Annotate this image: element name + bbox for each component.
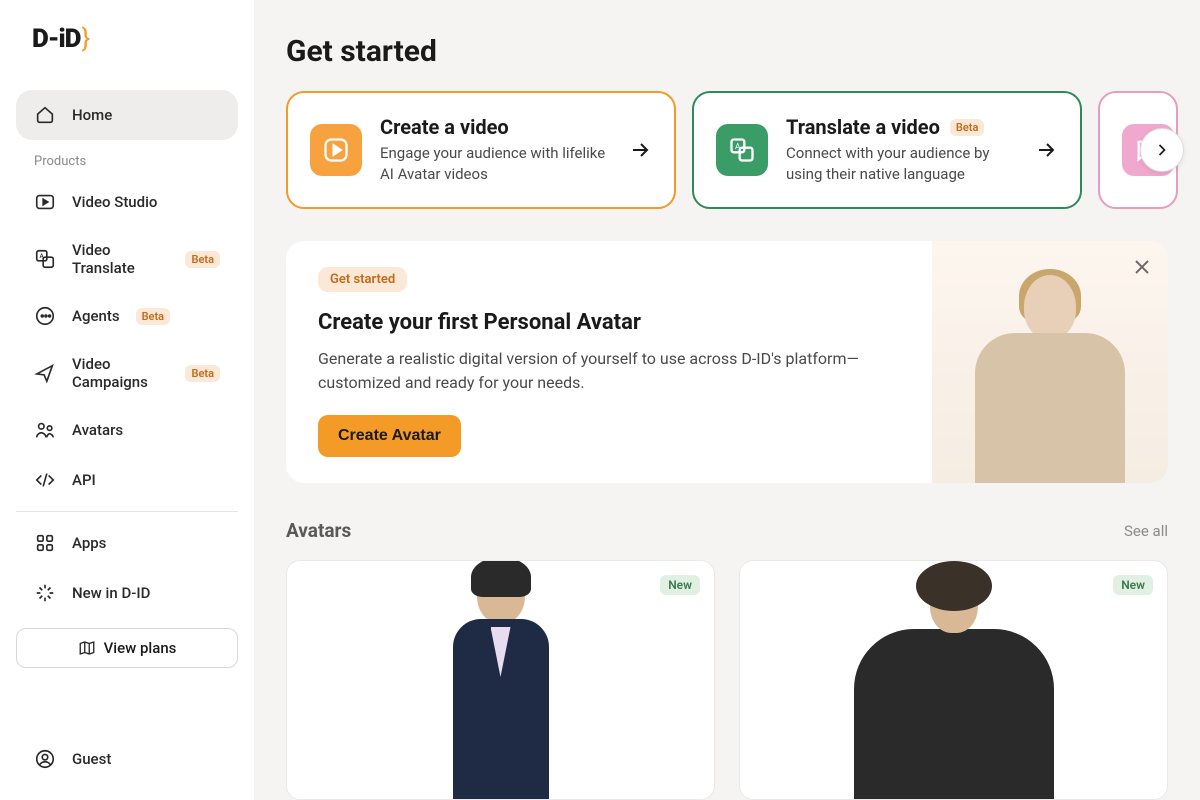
sidebar-item-label: Video Studio xyxy=(72,193,157,211)
sidebar-item-video-studio[interactable]: Video Studio xyxy=(16,177,238,227)
card-desc: Connect with your audience by using thei… xyxy=(786,143,1016,185)
sidebar-item-label: Agents xyxy=(72,307,120,325)
play-icon xyxy=(310,124,362,176)
chevron-right-icon xyxy=(1152,140,1172,160)
card-desc: Engage your audience with lifelike AI Av… xyxy=(380,143,610,185)
sidebar-guest-label: Guest xyxy=(72,750,111,768)
sidebar-item-avatars[interactable]: Avatars xyxy=(16,405,238,455)
action-card-translate-video[interactable]: A Translate a video Beta Connect with yo… xyxy=(692,91,1082,209)
sidebar-item-label: Video Campaigns xyxy=(72,355,169,391)
sidebar-divider xyxy=(16,511,238,512)
close-banner-button[interactable] xyxy=(1130,255,1154,279)
action-card-create-video[interactable]: Create a video Engage your audience with… xyxy=(286,91,676,209)
banner-content: Get started Create your first Personal A… xyxy=(286,241,932,483)
sidebar-item-home[interactable]: Home xyxy=(16,90,238,140)
sidebar: D-iD} Home Products Video Studio A Video… xyxy=(0,0,254,800)
user-icon xyxy=(34,748,56,770)
translate-icon: A xyxy=(34,248,56,270)
view-plans-label: View plans xyxy=(104,639,177,657)
action-cards-row: Create a video Engage your audience with… xyxy=(286,91,1200,209)
avatars-section-header: Avatars See all xyxy=(286,519,1168,542)
sidebar-item-label: API xyxy=(72,471,96,489)
beta-badge: Beta xyxy=(185,251,220,268)
card-title: Translate a video xyxy=(786,115,940,139)
sidebar-item-video-translate[interactable]: A Video Translate Beta xyxy=(16,227,238,291)
home-icon xyxy=(34,104,56,126)
see-all-link[interactable]: See all xyxy=(1124,522,1168,540)
view-plans-button[interactable]: View plans xyxy=(16,628,238,668)
avatars-section-title: Avatars xyxy=(286,519,351,542)
sidebar-item-new[interactable]: New in D-ID xyxy=(16,568,238,618)
brand-name: D-iD xyxy=(32,24,80,54)
banner-desc: Generate a realistic digital version of … xyxy=(318,347,898,395)
svg-text:A: A xyxy=(40,252,45,260)
apps-icon xyxy=(34,532,56,554)
api-icon xyxy=(34,469,56,491)
close-icon xyxy=(1130,255,1154,279)
sidebar-item-label: New in D-ID xyxy=(72,584,150,602)
sidebar-item-api[interactable]: API xyxy=(16,455,238,505)
beta-badge: Beta xyxy=(950,119,985,136)
avatar-illustration xyxy=(975,275,1125,483)
avatar-figure xyxy=(854,575,1054,799)
agents-icon xyxy=(34,305,56,327)
card-title: Create a video xyxy=(380,115,509,139)
new-badge: New xyxy=(1113,575,1153,595)
page-title: Get started xyxy=(286,34,1200,69)
sparkle-icon xyxy=(34,582,56,604)
banner-title: Create your first Personal Avatar xyxy=(318,310,900,335)
new-badge: New xyxy=(660,575,700,595)
arrow-right-icon xyxy=(628,138,652,162)
map-icon xyxy=(78,639,96,657)
sidebar-section-products: Products xyxy=(16,140,238,177)
sidebar-item-label: Apps xyxy=(72,534,106,552)
scroll-next-button[interactable] xyxy=(1140,128,1184,172)
create-avatar-button[interactable]: Create Avatar xyxy=(318,415,461,457)
beta-badge: Beta xyxy=(136,308,171,325)
brand-brace-icon: } xyxy=(81,24,89,54)
sidebar-home-label: Home xyxy=(72,106,112,124)
avatars-icon xyxy=(34,419,56,441)
beta-badge: Beta xyxy=(185,365,220,382)
sidebar-item-video-campaigns[interactable]: Video Campaigns Beta xyxy=(16,341,238,405)
main-content: Get started Create a video Engage your a… xyxy=(254,0,1200,800)
avatar-figure xyxy=(453,565,549,799)
sidebar-item-agents[interactable]: Agents Beta xyxy=(16,291,238,341)
card-body: Translate a video Beta Connect with your… xyxy=(786,115,1016,185)
video-studio-icon xyxy=(34,191,56,213)
card-body: Create a video Engage your audience with… xyxy=(380,115,610,185)
banner-pill: Get started xyxy=(318,267,407,292)
sidebar-item-apps[interactable]: Apps xyxy=(16,518,238,568)
avatar-grid: New New xyxy=(286,560,1168,800)
campaigns-icon xyxy=(34,362,56,384)
translate-card-icon: A xyxy=(716,124,768,176)
avatar-card[interactable]: New xyxy=(739,560,1168,800)
sidebar-item-label: Avatars xyxy=(72,421,123,439)
arrow-right-icon xyxy=(1034,138,1058,162)
avatar-card[interactable]: New xyxy=(286,560,715,800)
brand-logo[interactable]: D-iD} xyxy=(32,24,238,54)
sidebar-item-guest[interactable]: Guest xyxy=(16,734,238,784)
svg-text:A: A xyxy=(735,141,741,151)
sidebar-item-label: Video Translate xyxy=(72,241,169,277)
get-started-banner: Get started Create your first Personal A… xyxy=(286,241,1168,483)
